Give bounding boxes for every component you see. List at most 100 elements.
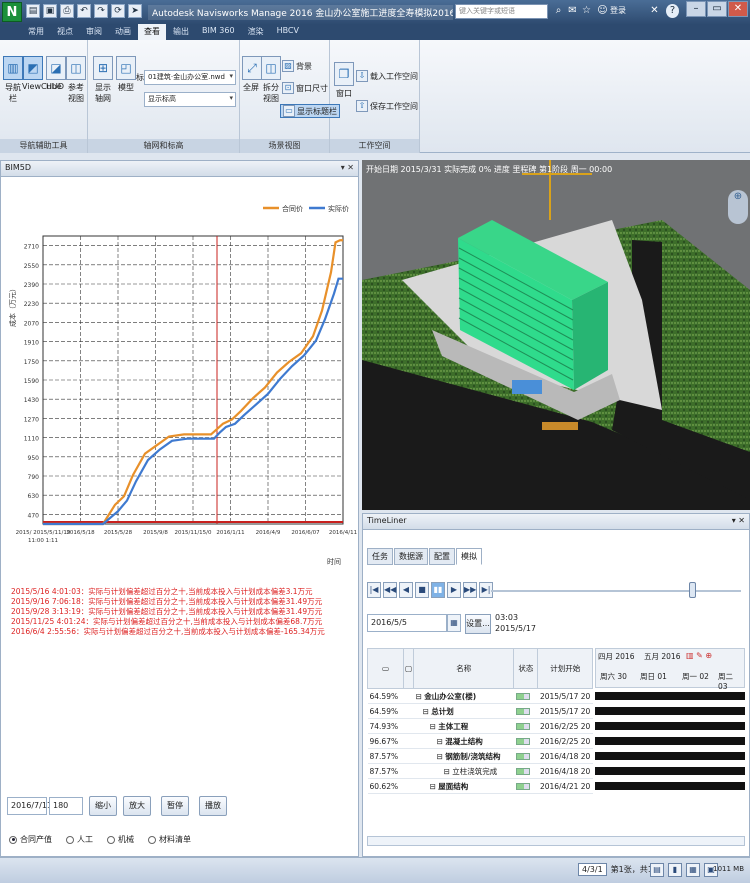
open-icon[interactable]: ▤ — [26, 4, 40, 18]
split-view-button[interactable]: ◫ 拆分视图 — [261, 56, 281, 104]
save-icon[interactable]: ▣ — [43, 4, 57, 18]
time-slider-track[interactable] — [491, 590, 741, 592]
tab-review[interactable]: 审阅 — [80, 24, 108, 40]
minimize-icon[interactable]: – — [686, 1, 706, 17]
stop-icon[interactable]: ■ — [415, 582, 429, 598]
step-forward-icon[interactable]: ▶▶ — [463, 582, 477, 598]
gantt-bar[interactable] — [595, 692, 745, 700]
reference-view-button[interactable]: ◫ 参考视图 — [66, 56, 86, 104]
task-row[interactable]: 96.67% ⊟ 混凝土结构 2016/2/25 20 — [367, 733, 593, 749]
column-header-planned-start[interactable]: 计划开始 — [537, 648, 593, 689]
hud-button[interactable]: ◪ HUD — [46, 56, 66, 91]
calendar-icon[interactable]: ▦ — [447, 614, 461, 632]
tab-data-sources[interactable]: 数据源 — [394, 548, 428, 565]
save-workspace-button[interactable]: ⇧ 保存工作空间 — [356, 100, 418, 112]
column-header-comment[interactable]: ▢ — [403, 648, 415, 689]
load-workspace-button[interactable]: ⇩ 载入工作空间 — [356, 70, 418, 82]
tab-output[interactable]: 输出 — [167, 24, 195, 40]
window-size-button[interactable]: ⊡ 窗口尺寸 — [282, 82, 328, 94]
horizontal-scrollbar[interactable] — [367, 836, 745, 846]
panel-controls[interactable]: ▾ ✕ — [341, 163, 354, 172]
tab-configure[interactable]: 配置 — [429, 548, 455, 565]
gantt-tools-icon[interactable]: ▥ ✎ ⊕ — [686, 651, 712, 660]
tab-render[interactable]: 渲染 — [242, 24, 270, 40]
radio-labor[interactable]: 人工 — [66, 834, 93, 845]
navigation-wheel-icon[interactable]: ⊕ — [728, 190, 748, 224]
task-row[interactable]: 74.93% ⊟ 主体工程 2016/2/25 20 — [367, 718, 593, 734]
search-icon[interactable]: ⌕ — [552, 4, 565, 18]
tab-hbcv[interactable]: HBCV — [271, 24, 305, 40]
expand-icon[interactable]: ⊟ — [430, 782, 439, 791]
sign-in-label[interactable]: 登录 — [610, 5, 626, 16]
maximize-icon[interactable]: ▭ — [707, 1, 727, 17]
model-combo[interactable]: 01建筑·金山办公室.nwd ▾ — [144, 70, 236, 85]
task-row[interactable]: 64.59% ⊟ 金山办公室(楼) 2015/5/17 20 — [367, 688, 593, 704]
model-button[interactable]: ◰ 模型 — [116, 56, 136, 93]
close-icon[interactable]: ✕ — [728, 1, 748, 17]
gantt-bar[interactable] — [595, 722, 745, 730]
column-header-status[interactable]: 状态 — [513, 648, 539, 689]
step-field[interactable]: 180 — [49, 797, 83, 815]
help-icon[interactable]: ? — [666, 4, 679, 18]
task-row[interactable]: 87.57% ⊟ 钢筋制/浇筑结构 2016/4/18 20 — [367, 748, 593, 764]
pause-icon[interactable]: ▮▮ — [431, 582, 445, 598]
subscription-icon[interactable]: ✉ — [566, 4, 579, 18]
tab-tasks[interactable]: 任务 — [367, 548, 393, 565]
app-logo-icon[interactable]: N — [2, 2, 22, 22]
play-icon[interactable]: ▶ — [447, 582, 461, 598]
level-combo[interactable]: 显示标高 ▾ — [144, 92, 236, 107]
undo-icon[interactable]: ↶ — [77, 4, 91, 18]
settings-button[interactable]: 设置... — [465, 614, 491, 634]
gantt-bar[interactable] — [595, 767, 745, 775]
task-row[interactable]: 64.59% ⊟ 总计划 2015/5/17 20 — [367, 703, 593, 719]
star-icon[interactable]: ☆ — [580, 4, 593, 18]
windows-button[interactable]: ❐ 窗口 — [334, 62, 354, 99]
print-icon[interactable]: ⎙ — [60, 4, 74, 18]
expand-icon[interactable]: ⊟ — [444, 767, 453, 776]
exchange-icon[interactable]: ✕ — [648, 4, 661, 18]
enlarge-button[interactable]: 放大 — [123, 796, 151, 816]
gantt-bar[interactable] — [595, 782, 745, 790]
expand-icon[interactable]: ⊟ — [416, 692, 425, 701]
refresh-icon[interactable]: ⟳ — [111, 4, 125, 18]
step-back-icon[interactable]: ◀◀ — [383, 582, 397, 598]
fullscreen-button[interactable]: ⤢ 全屏 — [242, 56, 262, 93]
gantt-bar[interactable] — [595, 707, 745, 715]
sheet-browser-icon[interactable]: ▤ — [650, 863, 664, 877]
expand-icon[interactable]: ⊟ — [423, 707, 432, 716]
memory-icon[interactable]: ▦ — [686, 863, 700, 877]
task-row[interactable]: 60.62% ⊟ 屋面结构 2016/4/21 20 — [367, 778, 593, 794]
radio-contract-value[interactable]: 合同产值 — [9, 834, 52, 845]
tab-viewpoint[interactable]: 视点 — [51, 24, 79, 40]
date-field[interactable]: 2016/7/11 — [7, 797, 52, 815]
tab-animation[interactable]: 动画 — [109, 24, 137, 40]
tab-view[interactable]: 查看 — [138, 24, 166, 40]
simulation-date-field[interactable]: 2016/5/5 — [367, 614, 447, 632]
expand-icon[interactable]: ⊟ — [430, 722, 439, 731]
tab-bim360[interactable]: BIM 360 — [196, 24, 241, 40]
3d-viewport[interactable]: 开始日期 2015/3/31 实际完成 0% 进度 里程碑 第1阶段 周一 00… — [362, 160, 750, 510]
expand-icon[interactable]: ⊟ — [437, 752, 446, 761]
select-icon[interactable]: ➤ — [128, 4, 142, 18]
time-slider-handle[interactable] — [689, 582, 696, 598]
radio-machinery[interactable]: 机械 — [107, 834, 134, 845]
background-button[interactable]: ▨ 背景 — [282, 60, 312, 72]
column-header-active[interactable]: ▭ — [366, 648, 405, 689]
tab-home[interactable]: 常用 — [22, 24, 50, 40]
redo-icon[interactable]: ↷ — [94, 4, 108, 18]
pause-button[interactable]: 暂停 — [161, 796, 189, 816]
viewcube-button[interactable]: ◩ ViewCube — [22, 56, 62, 91]
search-input[interactable]: 键入关键字或短语 — [455, 4, 548, 19]
radio-materials[interactable]: 材料清单 — [148, 834, 191, 845]
navbar-button[interactable]: ▥ 导航栏 — [3, 56, 23, 104]
tab-simulate[interactable]: 模拟 — [456, 548, 482, 565]
show-grid-button[interactable]: ⊞ 显示轴网 — [92, 56, 114, 104]
gantt-bar[interactable] — [595, 737, 745, 745]
expand-icon[interactable]: ⊟ — [437, 737, 446, 746]
gantt-bar[interactable] — [595, 752, 745, 760]
rewind-start-icon[interactable]: |◀ — [367, 582, 381, 598]
column-header-name[interactable]: 名称 — [413, 648, 515, 689]
play-button[interactable]: 播放 — [199, 796, 227, 816]
task-row[interactable]: 87.57% ⊟ 立柱浇筑完成 2016/4/18 20 — [367, 763, 593, 779]
panel-controls[interactable]: ▾ ✕ — [732, 516, 745, 525]
